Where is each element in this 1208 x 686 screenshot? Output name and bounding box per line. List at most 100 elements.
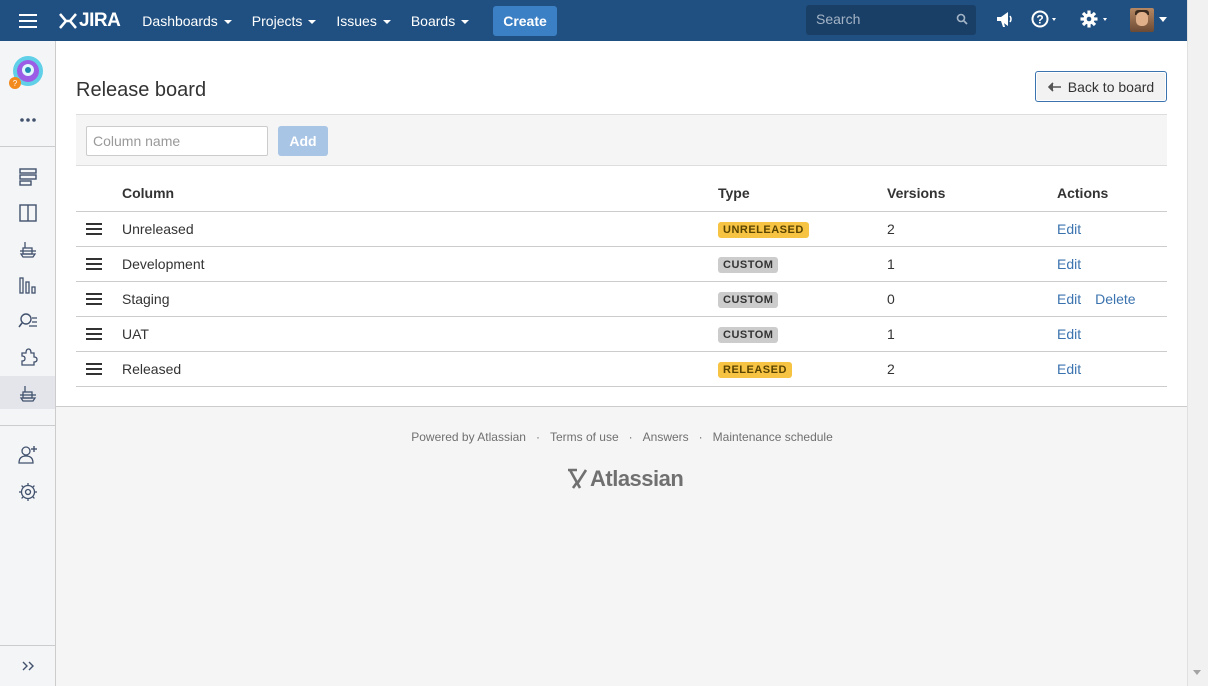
column-name-input[interactable] (86, 126, 268, 156)
edit-link[interactable]: Edit (1057, 326, 1081, 342)
avatar[interactable] (1130, 8, 1154, 32)
actions-header: Actions (1057, 175, 1167, 212)
delete-link[interactable]: Delete (1095, 291, 1135, 307)
search-icon (956, 13, 968, 25)
help-icon[interactable]: ? (1031, 10, 1061, 30)
arrow-left-icon (1047, 81, 1061, 92)
drag-handle-icon (86, 262, 102, 265)
add-people-icon[interactable] (18, 444, 38, 464)
drag-handle[interactable] (76, 211, 122, 247)
chevron-down-icon (223, 19, 232, 24)
atlassian-logo-text: Atlassian (590, 466, 684, 491)
search-placeholder: Search (816, 11, 861, 27)
menu-icon[interactable] (0, 0, 56, 41)
nav-projects[interactable]: Projects (252, 13, 317, 29)
more-icon[interactable] (18, 114, 38, 126)
versions-count: 2 (887, 351, 1057, 387)
footer-separator: · (698, 430, 703, 444)
table-row: Unreleased UNRELEASED 2 Edit (76, 211, 1167, 247)
backlog-icon[interactable] (18, 167, 38, 187)
sidebar: ? (0, 41, 56, 686)
drag-header (76, 175, 122, 212)
atlassian-logo-mark (568, 468, 588, 489)
megaphone-icon[interactable] (995, 9, 1013, 31)
versions-count: 0 (887, 281, 1057, 317)
footer-links: Powered by Atlassian · Terms of use · Answer… (0, 430, 1208, 444)
jira-logo[interactable]: JIRA (58, 10, 121, 32)
search-input[interactable]: Search (806, 5, 976, 35)
edit-link[interactable]: Edit (1057, 256, 1081, 272)
sidebar-divider (0, 146, 55, 147)
chevron-down-icon[interactable] (1158, 16, 1168, 24)
footer-link-terms[interactable]: Terms of use (550, 430, 619, 444)
chevron-down-icon (382, 19, 391, 24)
type-lozenge: CUSTOM (718, 291, 779, 308)
type-header: Type (718, 175, 887, 212)
addons-icon[interactable] (18, 347, 38, 367)
issues-search-icon[interactable] (18, 311, 38, 331)
add-column-form: Add (76, 114, 1167, 166)
type-lozenge: CUSTOM (718, 326, 779, 343)
jira-logo-mark (59, 12, 77, 29)
nav-issues[interactable]: Issues (336, 13, 391, 29)
footer-link-maintenance[interactable]: Maintenance schedule (713, 430, 833, 444)
drag-handle-icon (86, 297, 102, 300)
drag-handle-icon (86, 332, 102, 335)
type-lozenge: UNRELEASED (718, 221, 809, 238)
versions-header: Versions (887, 175, 1057, 212)
type-lozenge: CUSTOM (718, 256, 779, 273)
reports-icon[interactable] (18, 275, 38, 295)
drag-handle[interactable] (76, 246, 122, 282)
back-to-board-button[interactable]: Back to board (1035, 71, 1167, 102)
actions-cell: Edit (1057, 246, 1167, 282)
type-cell: RELEASED (718, 351, 887, 387)
scrollbar[interactable] (1187, 0, 1208, 686)
type-lozenge: RELEASED (718, 361, 792, 378)
actions-cell: Edit (1057, 316, 1167, 352)
project-avatar[interactable]: ? (8, 55, 46, 93)
versions-count: 2 (887, 211, 1057, 247)
column-name: UAT (122, 316, 718, 352)
drag-handle[interactable] (76, 316, 122, 352)
expand-icon[interactable] (18, 656, 38, 676)
column-name: Released (122, 351, 718, 387)
columns-table: Column Type Versions Actions Unreleased … (76, 175, 1167, 387)
sidebar-divider (0, 425, 55, 426)
nav-projects-label: Projects (251, 12, 303, 29)
versions-count: 1 (887, 246, 1057, 282)
actions-cell: Edit (1057, 351, 1167, 387)
releases-icon[interactable] (18, 239, 38, 259)
table-header-row: Column Type Versions Actions (76, 175, 1167, 212)
atlassian-logo[interactable]: Atlassian (566, 466, 684, 492)
svg-text:?: ? (13, 79, 18, 88)
footer-link-answers[interactable]: Answers (643, 430, 689, 444)
actions-cell: Edit (1057, 211, 1167, 247)
type-cell: UNRELEASED (718, 211, 887, 247)
drag-handle[interactable] (76, 281, 122, 317)
edit-link[interactable]: Edit (1057, 291, 1081, 307)
column-name: Staging (122, 281, 718, 317)
create-button[interactable]: Create (493, 5, 557, 36)
nav-boards[interactable]: Boards (410, 12, 470, 29)
nav-boards-label: Boards (410, 12, 456, 29)
main-content: Release board Back to board Add Column T… (56, 41, 1187, 407)
drag-handle-icon (86, 227, 102, 230)
edit-link[interactable]: Edit (1057, 221, 1081, 237)
add-button[interactable]: Add (278, 126, 328, 156)
release-board-icon[interactable] (18, 383, 38, 403)
footer-separator: · (535, 430, 540, 444)
chevron-down-icon (461, 19, 470, 24)
scroll-down-icon[interactable] (1193, 670, 1201, 675)
table-row: UAT CUSTOM 1 Edit (76, 316, 1167, 352)
gear-icon[interactable] (1080, 10, 1112, 30)
top-navigation: JIRA Dashboards Projects Issues Boards C… (0, 0, 1187, 41)
column-header: Column (122, 175, 718, 212)
edit-link[interactable]: Edit (1057, 361, 1081, 377)
footer-link-powered[interactable]: Powered by Atlassian (411, 430, 526, 444)
drag-handle[interactable] (76, 351, 122, 387)
settings-icon[interactable] (18, 482, 38, 502)
board-icon[interactable] (18, 203, 38, 223)
back-to-board-label: Back to board (1067, 78, 1155, 95)
nav-dashboards[interactable]: Dashboards (142, 13, 232, 29)
type-cell: CUSTOM (718, 316, 887, 352)
